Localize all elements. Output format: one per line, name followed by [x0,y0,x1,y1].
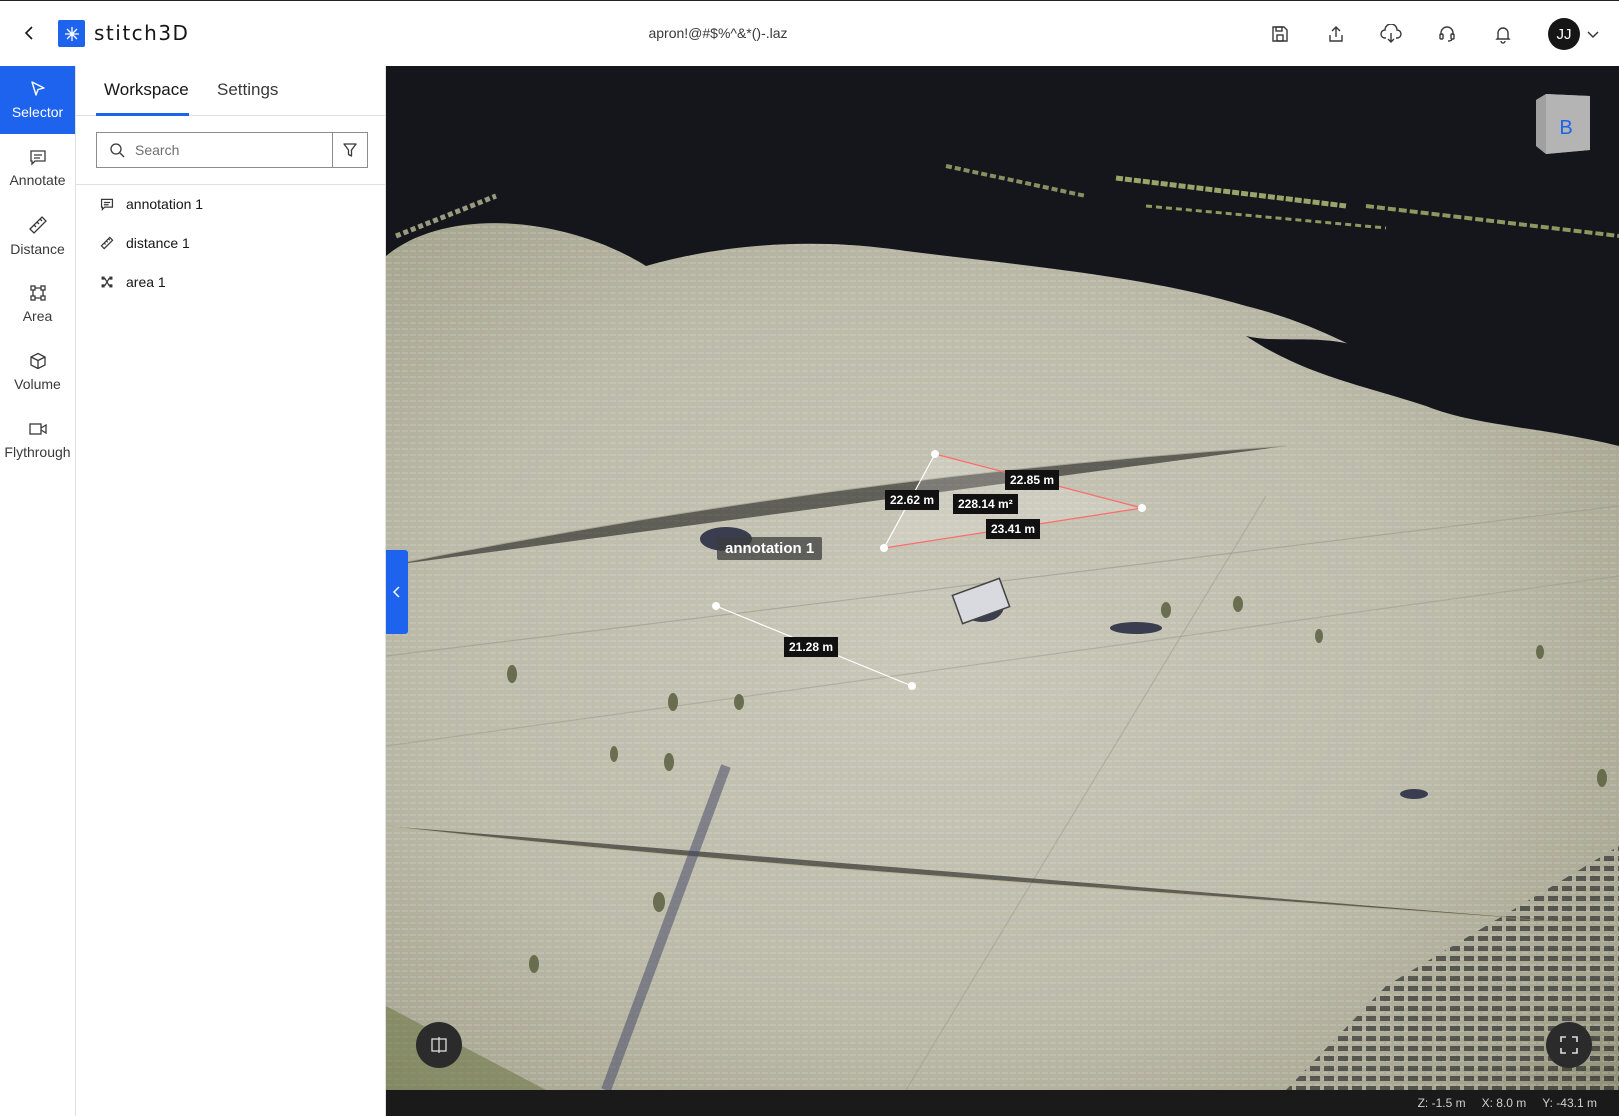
area-icon [101,276,113,288]
tool-annotate[interactable]: Annotate [0,134,75,202]
ruler-icon [100,236,114,250]
tab-workspace[interactable]: Workspace [104,80,189,100]
cube-icon [29,352,46,370]
distance-endpoint [908,682,916,690]
panel-divider [76,184,386,185]
chevron-down-icon[interactable] [1585,26,1601,42]
workspace-panel: Workspace Settings annotation 1 distance… [76,66,386,1116]
tool-flythrough[interactable]: Flythrough [0,406,75,474]
distance-endpoint [712,602,720,610]
fullscreen-icon [1560,1036,1578,1054]
active-tab-indicator [96,113,189,116]
list-item-area[interactable]: area 1 [100,270,166,294]
video-icon [28,423,47,435]
save-button[interactable] [1268,22,1292,46]
list-item-annotation[interactable]: annotation 1 [100,192,203,216]
tool-distance[interactable]: Distance [0,202,75,270]
file-name: apron!@#$%^&*()-.laz [648,25,788,41]
chevron-left-icon [392,586,400,598]
pointer-icon [30,81,45,96]
view-cube-icon: B [1536,94,1590,154]
fullscreen-button[interactable] [1546,1022,1592,1068]
search-input[interactable] [135,142,325,158]
annotation-label[interactable]: annotation 1 [717,537,823,560]
save-icon [1272,26,1288,42]
view-cube-face: B [1559,117,1572,139]
compare-button[interactable] [416,1022,462,1068]
coord-z: Z: -1.5 m [1417,1096,1466,1110]
area-icon [29,285,46,301]
coord-y: Y: -43.1 m [1542,1096,1597,1110]
tool-area[interactable]: Area [0,270,75,338]
distance-label: 21.28 m [784,637,839,657]
tool-rail: Selector Annotate Distance Area Volume F… [0,66,76,1116]
comment-icon [100,198,114,211]
list-item-label: distance 1 [126,235,190,251]
tool-label: Volume [14,376,61,392]
cloud-download-icon [1380,24,1402,43]
area-side-label: 23.41 m [986,519,1041,539]
tab-settings[interactable]: Settings [217,80,278,100]
list-item-distance[interactable]: distance 1 [100,231,190,255]
area-side-label: 22.85 m [1005,470,1060,490]
split-view-icon [431,1037,447,1053]
area-vertex [931,450,939,458]
area-vertex [880,544,888,552]
search-field[interactable] [96,132,332,168]
search-icon [110,143,125,158]
point-cloud-viewport[interactable]: 22.62 m 22.85 m 228.14 m² 23.41 m 21.28 … [386,66,1619,1116]
user-avatar[interactable]: JJ [1548,18,1580,50]
view-cube[interactable]: B [1532,90,1592,160]
coordinate-bar: Z: -1.5 m X: 8.0 m Y: -43.1 m [386,1090,1619,1116]
support-button[interactable] [1435,22,1459,46]
tool-volume[interactable]: Volume [0,338,75,406]
list-item-label: area 1 [126,274,166,290]
bell-icon [1495,27,1511,44]
tool-label: Distance [10,241,65,257]
share-button[interactable] [1324,22,1348,46]
tool-label: Selector [11,104,64,120]
area-side-label: 22.62 m [885,490,940,510]
filter-button[interactable] [332,132,368,168]
cloud-download-button[interactable] [1379,22,1403,46]
filter-icon [343,143,357,157]
notifications-button[interactable] [1491,22,1515,46]
tool-label: Flythrough [4,444,71,460]
panel-tabs: Workspace Settings [76,66,386,116]
app-header: stitch3D apron!@#$%^&*()-.laz JJ [0,0,1619,66]
coord-x: X: 8.0 m [1481,1096,1527,1110]
tool-selector[interactable]: Selector [0,66,75,134]
point-cloud-scene [386,66,1619,1090]
list-item-label: annotation 1 [126,196,204,212]
tool-label: Annotate [9,172,66,188]
comment-icon [29,150,46,166]
headset-icon [1439,26,1455,42]
area-value-label: 228.14 m² [953,494,1018,514]
tool-label: Area [22,308,53,324]
share-icon [1329,26,1343,42]
collapse-panel-button[interactable] [386,550,408,634]
area-vertex [1138,504,1146,512]
ruler-icon [28,216,47,234]
